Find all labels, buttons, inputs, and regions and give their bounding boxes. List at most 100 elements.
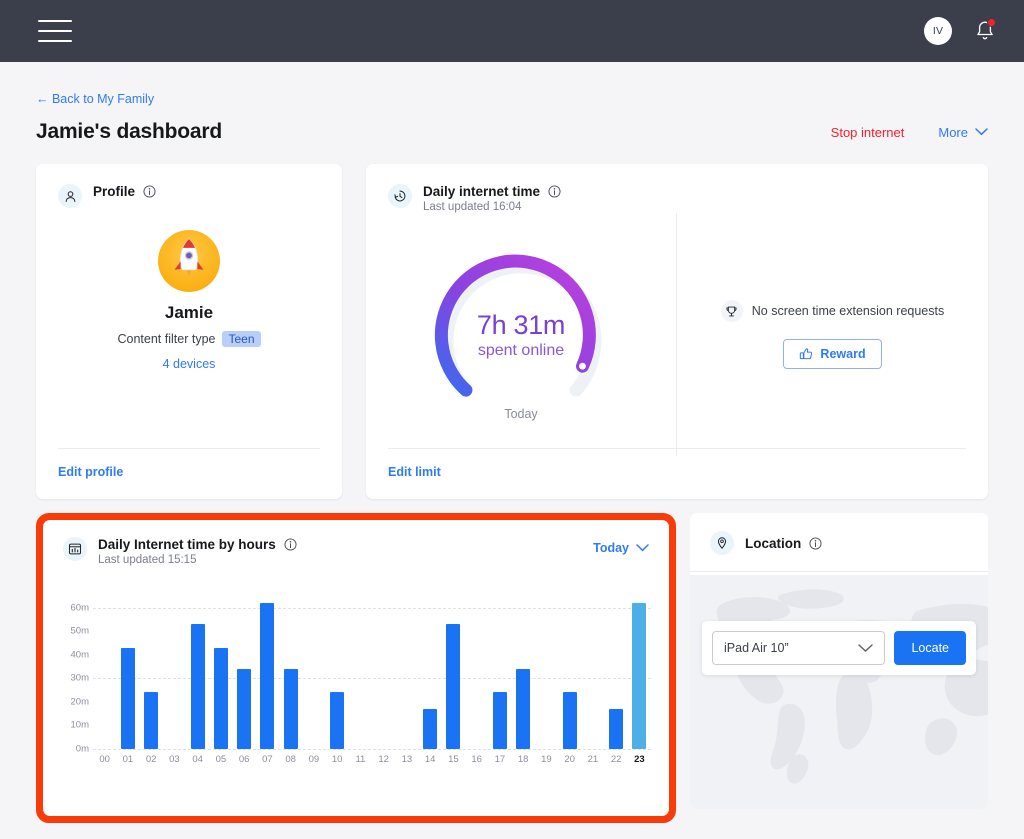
extension-requests-panel: No screen time extension requests Reward xyxy=(676,213,988,456)
chart-bar-cell[interactable] xyxy=(349,584,372,749)
devices-link[interactable]: 4 devices xyxy=(36,357,342,371)
chart-bar-cell[interactable] xyxy=(605,584,628,749)
chart-bar[interactable] xyxy=(493,692,507,749)
info-icon[interactable] xyxy=(284,538,297,551)
chart-bar-cell[interactable] xyxy=(395,584,418,749)
stop-internet-button[interactable]: Stop internet xyxy=(831,125,905,140)
clock-history-icon xyxy=(388,184,412,208)
chart-bar-cell[interactable] xyxy=(535,584,558,749)
chart-bar-cell[interactable] xyxy=(326,584,349,749)
chart-bar-cell[interactable] xyxy=(372,584,395,749)
chart-bar[interactable] xyxy=(563,692,577,749)
screen-time-gauge: 7h 31m spent online Today xyxy=(425,239,617,431)
page-header-row: Jamie's dashboard Stop internet More xyxy=(36,120,988,144)
chart-bar-cell[interactable] xyxy=(116,584,139,749)
content-filter-label: Content filter type xyxy=(118,332,216,346)
chart-bar[interactable] xyxy=(330,692,344,749)
page-header-actions: Stop internet More xyxy=(831,125,988,140)
gauge-value: 7h 31m xyxy=(477,310,565,341)
notification-bell-icon[interactable] xyxy=(974,19,996,43)
chart-bar[interactable] xyxy=(214,648,228,749)
back-to-my-family-link[interactable]: ← Back to My Family xyxy=(36,62,154,106)
chart-bar[interactable] xyxy=(632,603,646,749)
chart-bar-cell[interactable] xyxy=(558,584,581,749)
chart-bar-cell[interactable] xyxy=(302,584,325,749)
avatar[interactable]: IV xyxy=(924,17,952,45)
info-icon[interactable] xyxy=(143,185,156,198)
x-axis-tick-label: 23 xyxy=(628,754,651,765)
device-select[interactable]: iPad Air 10” xyxy=(712,631,885,665)
profile-name: Jamie xyxy=(36,303,342,323)
chart-bar[interactable] xyxy=(121,648,135,749)
chart-bar[interactable] xyxy=(423,709,437,749)
reward-button[interactable]: Reward xyxy=(783,339,881,369)
x-axis-tick-label: 20 xyxy=(558,754,581,765)
chart-bar[interactable] xyxy=(260,603,274,749)
chart-bar[interactable] xyxy=(144,692,158,749)
chart-bar-cell[interactable] xyxy=(209,584,232,749)
y-axis-tick-label: 20m xyxy=(71,696,89,707)
profile-card-body: Jamie Content filter type Teen 4 devices xyxy=(36,208,342,371)
chart-bar[interactable] xyxy=(237,669,251,749)
hours-bar-chart: 0m10m20m30m40m50m60m 0001020304050607080… xyxy=(53,584,651,779)
location-pin-icon xyxy=(710,531,734,555)
chart-bar-cell[interactable] xyxy=(488,584,511,749)
chart-bar-cell[interactable] xyxy=(442,584,465,749)
locate-button[interactable]: Locate xyxy=(894,631,966,665)
chart-bar-cell[interactable] xyxy=(581,584,604,749)
chart-bar-cell[interactable] xyxy=(419,584,442,749)
range-selector-dropdown[interactable]: Today xyxy=(593,537,649,555)
chevron-down-icon xyxy=(975,128,988,136)
chart-bar-cell[interactable] xyxy=(279,584,302,749)
trophy-icon xyxy=(721,300,743,322)
x-axis-tick-label: 09 xyxy=(302,754,325,765)
page-body: ← Back to My Family Jamie's dashboard St… xyxy=(0,62,1024,839)
chart-bar-cell[interactable] xyxy=(163,584,186,749)
chart-bar-cell[interactable] xyxy=(233,584,256,749)
gauge-container: 7h 31m spent online Today xyxy=(366,213,676,456)
chart-bar-cell[interactable] xyxy=(256,584,279,749)
more-label: More xyxy=(938,125,968,140)
edit-limit-link[interactable]: Edit limit xyxy=(388,465,441,479)
info-icon[interactable] xyxy=(809,537,822,550)
x-axis-tick-label: 12 xyxy=(372,754,395,765)
more-dropdown-button[interactable]: More xyxy=(938,125,988,140)
daily-card-body: 7h 31m spent online Today xyxy=(366,213,988,456)
location-card-title: Location xyxy=(745,536,801,551)
bar-chart-icon xyxy=(63,537,87,561)
chart-bar-cell[interactable] xyxy=(512,584,535,749)
x-axis-tick-label: 13 xyxy=(395,754,418,765)
chart-bar[interactable] xyxy=(609,709,623,749)
chart-bar[interactable] xyxy=(446,624,460,749)
daily-card-header: Daily internet time Last updated 16:04 xyxy=(366,164,988,213)
y-axis-tick-label: 40m xyxy=(71,649,89,660)
profile-card-title-row: Profile xyxy=(93,184,156,199)
x-axis-tick-label: 14 xyxy=(419,754,442,765)
daily-card-subtitle: Last updated 16:04 xyxy=(423,201,561,213)
chart-bar-cell[interactable] xyxy=(465,584,488,749)
chart-bar[interactable] xyxy=(516,669,530,749)
dashboard-row-top: Profile xyxy=(36,164,988,499)
rocket-avatar xyxy=(158,230,220,292)
chart-bar-cell[interactable] xyxy=(628,584,651,749)
chart-bar[interactable] xyxy=(191,624,205,749)
edit-profile-link[interactable]: Edit profile xyxy=(58,465,123,479)
content-filter-row: Content filter type Teen xyxy=(36,331,342,347)
notification-badge-dot xyxy=(987,18,996,27)
chevron-down-icon xyxy=(858,644,873,653)
daily-card-title: Daily internet time xyxy=(423,184,540,199)
chart-bar-cell[interactable] xyxy=(140,584,163,749)
chart-plot-area xyxy=(93,584,651,749)
x-axis-tick-label: 06 xyxy=(233,754,256,765)
world-map-background[interactable] xyxy=(690,575,988,809)
daily-internet-by-hours-card: Daily Internet time by hours Last update… xyxy=(43,520,669,816)
hamburger-menu-icon[interactable] xyxy=(38,20,72,42)
chart-bar[interactable] xyxy=(284,669,298,749)
y-axis-tick-label: 10m xyxy=(71,720,89,731)
chart-bar-cell[interactable] xyxy=(186,584,209,749)
chart-bar-cell[interactable] xyxy=(93,584,116,749)
reward-button-label: Reward xyxy=(820,347,865,361)
info-icon[interactable] xyxy=(548,185,561,198)
extension-requests-row: No screen time extension requests xyxy=(721,300,944,322)
gridline xyxy=(93,749,651,750)
